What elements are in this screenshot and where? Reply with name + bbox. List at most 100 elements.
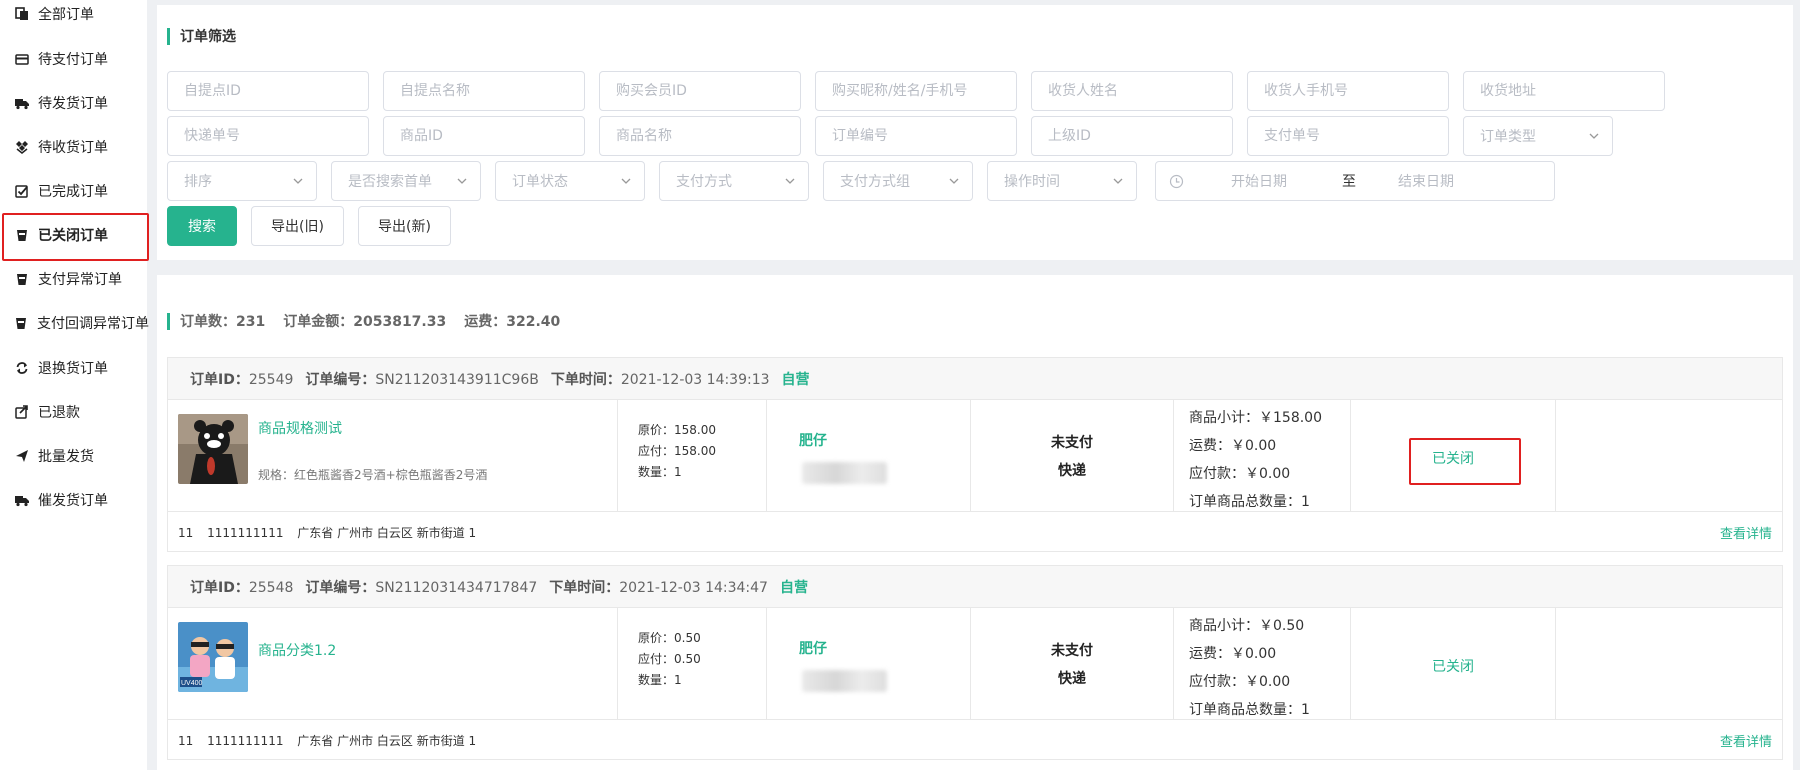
sidebar-item-pending-payment[interactable]: 待支付订单 [0, 37, 147, 81]
order-time: 2021-12-03 14:39:13 [620, 371, 770, 388]
shipping-method: 快递 [1058, 671, 1086, 687]
receiver-phone: 1111111111 [207, 733, 284, 748]
sidebar: 全部订单 待支付订单 待发货订单 待收货订单 已完成订单 已关闭订单 支付异常订… [0, 0, 149, 770]
blurred-phone [802, 462, 887, 484]
refresh-icon [14, 361, 29, 376]
order-footer: 11 1111111111 广东省 广州市 白云区 新市街道 1 查看详情 [168, 721, 1782, 759]
date-end[interactable]: 结束日期 [1398, 171, 1454, 191]
self-operated-tag: 自营 [781, 371, 810, 388]
sidebar-item-pending-shipment[interactable]: 待发货订单 [0, 81, 147, 125]
order-status: 已关闭 [1432, 659, 1474, 675]
order-type-select[interactable]: 订单类型 [1463, 116, 1613, 156]
chevron-down-icon [1589, 133, 1599, 139]
product-name-input[interactable] [599, 116, 801, 156]
receiver-name-input[interactable] [1031, 71, 1233, 111]
order-body: 商品规格测试 规格：红色瓶酱香2号酒+棕色瓶酱香2号酒 原价：158.00 应付… [168, 400, 1782, 512]
sort-select[interactable]: 排序 [167, 161, 317, 201]
price-cell: 原价：0.50 应付：0.50 数量：1 [618, 608, 767, 720]
quantity: 数量：1 [638, 673, 682, 687]
search-button[interactable]: 搜索 [167, 206, 237, 246]
quantity: 数量：1 [638, 465, 682, 479]
sidebar-item-callback-error[interactable]: 支付回调异常订单 [0, 301, 149, 345]
receiver-name: 11 [178, 733, 194, 748]
sidebar-item-urge-ship[interactable]: 催发货订单 [0, 478, 147, 522]
highlight-box [1409, 438, 1521, 485]
receiver-phone: 1111111111 [207, 525, 284, 540]
product-name-link[interactable]: 商品规格测试 [258, 418, 342, 438]
order-status-select[interactable]: 订单状态 [495, 161, 645, 201]
chevron-down-icon [457, 178, 467, 184]
view-detail-link[interactable]: 查看详情 [1720, 731, 1772, 750]
payment-status-cell: 未支付 快递 [971, 608, 1174, 720]
sidebar-item-all-orders[interactable]: 全部订单 [0, 0, 147, 36]
order-id: 25548 [248, 579, 294, 596]
amount-cell: 商品小计：￥158.00 运费：￥0.00 应付款：￥0.00 订单商品总数量：… [1174, 400, 1351, 512]
order-amount: 订单金额：2053817.33 [283, 314, 447, 330]
self-operated-tag: 自营 [779, 579, 808, 596]
order-no-input[interactable] [815, 116, 1017, 156]
payment-method-select[interactable]: 支付方式 [659, 161, 809, 201]
sidebar-item-completed[interactable]: 已完成订单 [0, 169, 147, 213]
orders-panel: 订单数：231 订单金额：2053817.33 运费：322.40 订单ID：2… [157, 275, 1793, 770]
buyer-name-link[interactable]: 肥仔 [799, 430, 827, 450]
payable-price: 应付：0.50 [638, 652, 701, 666]
sidebar-item-refunded[interactable]: 已退款 [0, 390, 147, 434]
sidebar-item-batch-ship[interactable]: 批量发货 [0, 434, 147, 478]
original-price: 原价：158.00 [638, 423, 716, 437]
receiver-address: 广东省 广州市 白云区 新市街道 1 [297, 525, 477, 540]
buyer-name-link[interactable]: 肥仔 [799, 638, 827, 658]
product-cell: 商品规格测试 规格：红色瓶酱香2号酒+棕色瓶酱香2号酒 [168, 400, 618, 512]
order-time: 2021-12-03 14:34:47 [619, 579, 768, 596]
parent-id-input[interactable] [1031, 116, 1233, 156]
date-range-picker[interactable]: 开始日期 至 结束日期 [1155, 161, 1555, 201]
product-thumbnail[interactable] [178, 414, 248, 484]
product-id-input[interactable] [383, 116, 585, 156]
product-spec: 规格：红色瓶酱香2号酒+棕色瓶酱香2号酒 [258, 468, 488, 482]
order-id: 25549 [248, 371, 294, 388]
order-status-cell: 已关闭 [1351, 400, 1556, 512]
check-square-icon [14, 184, 29, 199]
product-name-link[interactable]: 商品分类1.2 [258, 640, 336, 660]
share-icon [14, 405, 29, 420]
chevron-down-icon [293, 178, 303, 184]
date-separator: 至 [1342, 174, 1356, 190]
pickup-name-input[interactable] [383, 71, 585, 111]
total-quantity: 订单商品总数量：1 [1189, 702, 1310, 718]
first-order-select[interactable]: 是否搜索首单 [331, 161, 481, 201]
payment-status: 未支付 [1051, 643, 1093, 659]
export-old-button[interactable]: 导出(旧) [251, 206, 344, 246]
chevron-down-icon [621, 178, 631, 184]
payment-no-input[interactable] [1247, 116, 1449, 156]
sidebar-item-returns[interactable]: 退换货订单 [0, 346, 147, 390]
subtotal: 商品小计：￥158.00 [1189, 410, 1322, 426]
order-header: 订单ID：25548 订单编号：SN2112031434717847 下单时间：… [168, 566, 1782, 608]
payable-amount: 应付款：￥0.00 [1189, 674, 1291, 690]
total-quantity: 订单商品总数量：1 [1189, 494, 1310, 510]
receiver-phone-input[interactable] [1247, 71, 1449, 111]
freight: 运费：￥0.00 [1189, 646, 1277, 662]
date-start[interactable]: 开始日期 [1231, 171, 1287, 191]
order-count: 订单数：231 [180, 314, 266, 330]
pickup-id-input[interactable] [167, 71, 369, 111]
payment-status: 未支付 [1051, 435, 1093, 451]
subtotal: 商品小计：￥0.50 [1189, 618, 1305, 634]
price-cell: 原价：158.00 应付：158.00 数量：1 [618, 400, 767, 512]
order-footer: 11 1111111111 广东省 广州市 白云区 新市街道 1 查看详情 [168, 513, 1782, 551]
operation-time-select[interactable]: 操作时间 [987, 161, 1137, 201]
tracking-no-input[interactable] [167, 116, 369, 156]
truck-icon [14, 96, 29, 111]
receiver-address-input[interactable] [1463, 71, 1665, 111]
sidebar-item-pending-receipt[interactable]: 待收货订单 [0, 125, 147, 169]
sidebar-item-payment-error[interactable]: 支付异常订单 [0, 257, 147, 301]
export-new-button[interactable]: 导出(新) [358, 206, 451, 246]
buyer-name-phone-input[interactable] [815, 71, 1017, 111]
sidebar-item-closed[interactable]: 已关闭订单 [0, 213, 149, 261]
thumbnail-badge-text: UV400 [181, 680, 203, 687]
view-detail-link[interactable]: 查看详情 [1720, 523, 1772, 542]
product-thumbnail[interactable]: UV400 [178, 622, 248, 692]
member-id-input[interactable] [599, 71, 801, 111]
filter-panel: 订单筛选 订单类型 排序 是否搜索首单 订单状态 支付方式 支付方式组 操作时间 [157, 5, 1793, 260]
payment-group-select[interactable]: 支付方式组 [823, 161, 973, 201]
card-icon [14, 52, 29, 67]
receiver-address: 广东省 广州市 白云区 新市街道 1 [297, 733, 477, 748]
